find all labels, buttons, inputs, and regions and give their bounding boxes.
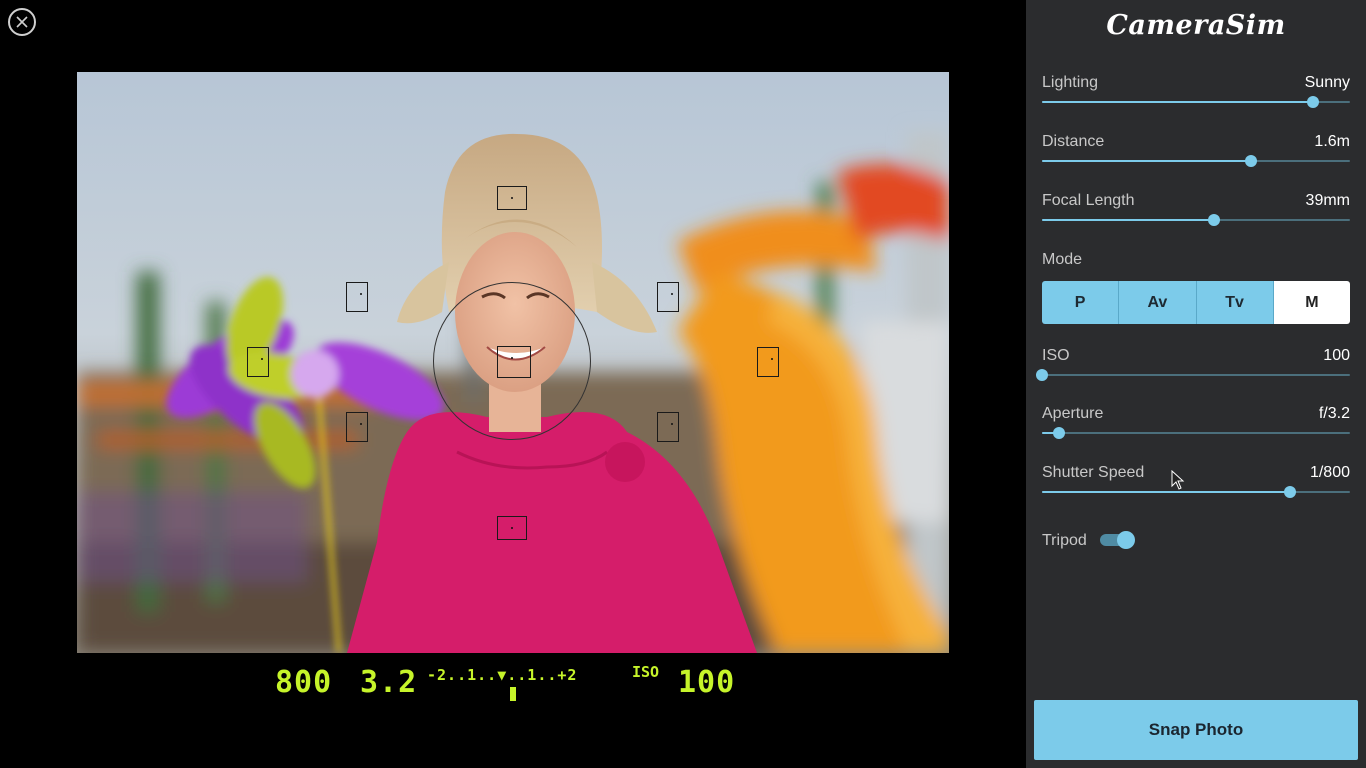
af-point [247,347,269,377]
mouse-cursor-icon [1171,470,1185,490]
lcd-iso-label: ISO [632,663,660,681]
shutter-speed-label: Shutter Speed [1042,464,1145,481]
mode-button-tv[interactable]: Tv [1196,281,1274,324]
iso-slider-thumb[interactable] [1036,369,1048,381]
af-point [757,347,779,377]
iso-value: 100 [1323,347,1350,364]
af-point [657,282,679,312]
iso-label: ISO [1042,347,1070,364]
close-button[interactable] [8,8,36,36]
distance-label: Distance [1042,133,1105,150]
focal-length-slider-thumb[interactable] [1208,214,1221,226]
af-point [346,282,368,312]
lighting-value: Sunny [1304,74,1350,91]
lcd-exposure-scale: -2..1..▼..1..+2 [427,666,578,684]
settings-panel: CameraSim Lighting Sunny Distance 1.6m F… [1026,0,1366,768]
distance-slider[interactable] [1042,155,1350,167]
lcd-iso: 100 [678,665,736,700]
mode-button-p[interactable]: P [1042,281,1120,324]
lighting-slider-thumb[interactable] [1307,96,1320,108]
focal-length-value: 39mm [1305,192,1350,209]
af-point [497,516,527,540]
shutter-speed-value: 1/800 [1309,464,1350,481]
tripod-label: Tripod [1042,532,1087,549]
mode-button-m[interactable]: M [1273,281,1350,324]
snap-photo-button[interactable]: Snap Photo [1034,700,1358,760]
iso-slider[interactable] [1036,369,1350,381]
mode-label: Mode [1042,251,1083,268]
lighting-slider[interactable] [1042,96,1350,108]
lighting-label: Lighting [1042,74,1099,91]
distance-value: 1.6m [1314,133,1350,150]
distance-slider-thumb[interactable] [1245,155,1258,167]
aperture-label: Aperture [1042,405,1104,422]
af-point [657,412,679,442]
exposure-indicator-icon [510,687,516,701]
brand-logo: CameraSim [1106,10,1286,41]
aperture-slider[interactable] [1042,427,1350,439]
aperture-value: f/3.2 [1318,405,1350,422]
close-icon [16,16,28,28]
lcd-aperture: 3.2 [360,665,418,700]
focal-length-slider[interactable] [1042,214,1350,226]
focal-length-label: Focal Length [1042,192,1135,209]
mode-button-av[interactable]: Av [1119,281,1197,324]
lcd-shutter: 800 [275,665,333,700]
tripod-toggle-knob [1117,531,1135,549]
af-point [497,186,527,210]
shutter-speed-slider[interactable] [1042,486,1350,498]
mode-selector: P Av Tv M [1042,281,1350,324]
metering-circle [433,282,591,440]
shutter-speed-slider-thumb[interactable] [1283,486,1296,498]
aperture-slider-thumb[interactable] [1052,427,1065,439]
tripod-toggle[interactable] [1100,531,1136,549]
af-point [346,412,368,442]
viewfinder-photo [77,72,949,653]
